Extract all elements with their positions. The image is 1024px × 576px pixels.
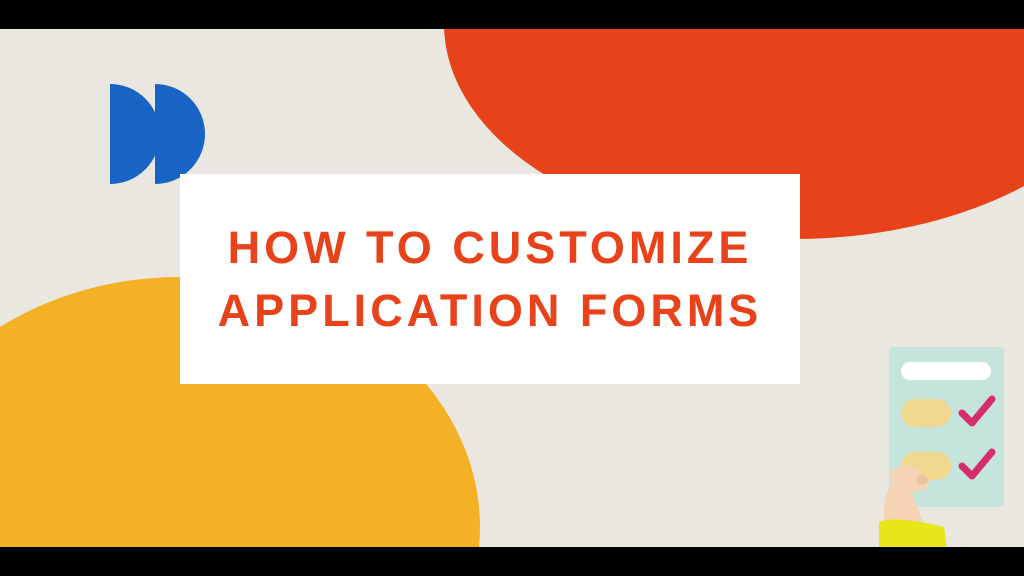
slide-stage: HOW TO CUSTOMIZE APPLICATION FORMS [0,29,1024,547]
title-line-2: APPLICATION FORMS [218,285,763,336]
title-line-1: HOW TO CUSTOMIZE [228,222,753,273]
title-card: HOW TO CUSTOMIZE APPLICATION FORMS [180,174,800,384]
hand-holding-checklist-icon [834,327,1014,547]
slide-title: HOW TO CUSTOMIZE APPLICATION FORMS [218,216,763,342]
logo-icon [105,84,205,184]
